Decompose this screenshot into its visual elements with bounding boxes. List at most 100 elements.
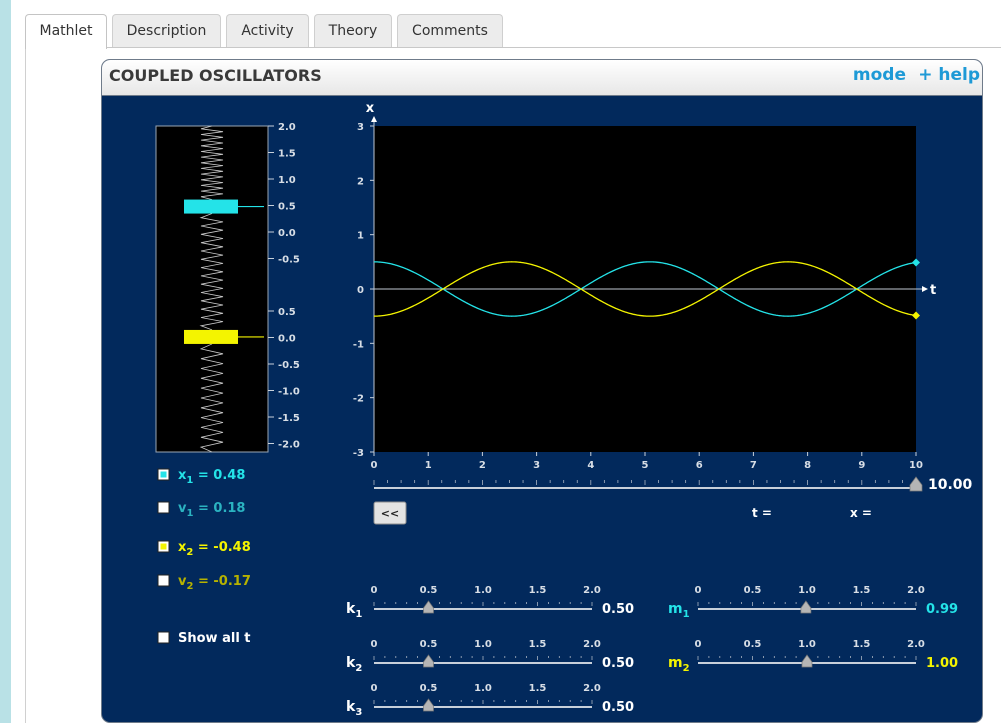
slider-thumb[interactable] <box>423 698 434 712</box>
rewind-button[interactable]: << <box>373 501 407 525</box>
spring-view: 2.0 1.5 1.0 0.5 0.0 -0.5 0.5 0.0 -0.5 -1.0 -1.5 -2.… <box>155 122 300 453</box>
slider-thumb[interactable] <box>800 600 812 614</box>
slider-thumb[interactable] <box>801 654 813 668</box>
tab-description[interactable]: Description <box>112 14 221 48</box>
mass-2[interactable] <box>184 329 238 344</box>
slider-label: m2 <box>668 655 690 674</box>
slider-value: 0.50 <box>602 602 634 617</box>
spring-scale: 2.0 1.5 1.0 0.5 0.0 -0.5 0.5 0.0 -0.5 -1.0 -1.5 -2.… <box>268 122 300 451</box>
slider-tick-label: 0 <box>371 639 378 650</box>
x-axis-label: x <box>366 101 375 116</box>
checkbox-box[interactable] <box>157 574 170 587</box>
page: Mathlet Description Activity Theory Comments… <box>11 0 1001 723</box>
time-slider-thumb[interactable] <box>909 476 923 492</box>
checkbox-label: x2 = -0.48 <box>178 540 251 558</box>
slider-k3[interactable]: k3 0 0.5 1.0 1.5 2.00.50 <box>346 683 634 718</box>
slider-tick-label: 0.5 <box>420 683 438 694</box>
x-tick-label: 1 <box>357 231 364 242</box>
slider-tick-label: 0 <box>371 683 378 694</box>
slider-value: 0.99 <box>926 602 958 617</box>
spring-scale-label: 0.0 <box>278 334 296 345</box>
t-axis-label: t <box>930 283 936 298</box>
checkbox-mark <box>160 471 167 478</box>
checkbox-box[interactable] <box>157 501 170 514</box>
slider-thumb[interactable] <box>423 600 434 614</box>
slider-value: 0.50 <box>602 656 634 671</box>
t-tick-label: 9 <box>858 460 865 471</box>
t-tick-label: 6 <box>696 460 703 471</box>
t-tick-label: 4 <box>587 460 594 471</box>
slider-tick-label: 1.0 <box>798 585 816 596</box>
t-tick-label: 8 <box>804 460 811 471</box>
checkbox-x1[interactable]: x1 = 0.48 <box>157 468 245 486</box>
slider-tick-label: 0 <box>695 585 702 596</box>
left-border <box>25 48 26 723</box>
position-graph: 0 1 2 3 4 5 6 7 8 9 103210-1-2-3 x t <box>353 101 936 471</box>
help-link[interactable]: + help <box>918 65 980 85</box>
checkbox-label: v2 = -0.17 <box>178 574 251 592</box>
spring-scale-label: 1.0 <box>278 175 296 186</box>
t-readout: t = <box>752 506 772 520</box>
slider-tick-label: 0.5 <box>420 585 438 596</box>
slider-tick-label: 0 <box>695 639 702 650</box>
slider-label: m1 <box>668 601 690 620</box>
checkbox-label: x1 = 0.48 <box>178 468 245 486</box>
time-slider-ticks <box>373 480 917 485</box>
slider-tick-label: 2.0 <box>907 639 925 650</box>
slider-tick-label: 2.0 <box>583 683 601 694</box>
spring-scale-label: 0.5 <box>278 202 296 213</box>
slider-thumb[interactable] <box>423 654 434 668</box>
slider-label: k2 <box>346 655 362 674</box>
variable-checkboxes: x1 = 0.48 v1 = 0.18 x2 = -0.48 v2 = -0.17 Sh… <box>157 468 251 646</box>
t-tick-label: 1 <box>425 460 432 471</box>
spring-view-frame <box>155 125 269 453</box>
tab-comments[interactable]: Comments <box>397 14 503 48</box>
spring-scale-label: 2.0 <box>278 122 296 133</box>
slider-tick-label: 1.0 <box>798 639 816 650</box>
checkbox-x2[interactable]: x2 = -0.48 <box>157 540 251 558</box>
x-tick-label: -3 <box>353 448 364 459</box>
checkbox-box[interactable] <box>157 631 170 644</box>
x-tick-label: 2 <box>357 176 364 187</box>
slider-k2[interactable]: k2 0 0.5 1.0 1.5 2.00.50 <box>346 639 634 674</box>
checkbox-v2[interactable]: v2 = -0.17 <box>157 574 251 592</box>
time-value: 10.00 <box>928 477 973 493</box>
slider-tick-label: 1.5 <box>853 639 871 650</box>
show-all-t-label: Show all t <box>178 631 251 646</box>
tab-mathlet[interactable]: Mathlet <box>25 14 107 49</box>
show-all-t-checkbox[interactable]: Show all t <box>157 631 251 646</box>
slider-label: k3 <box>346 699 362 718</box>
x-tick-label: 3 <box>357 122 364 133</box>
slider-k1[interactable]: k1 0 0.5 1.0 1.5 2.00.50 <box>346 585 634 620</box>
rewind-label: << <box>381 507 399 520</box>
tab-theory[interactable]: Theory <box>314 14 392 48</box>
spring-scale-label: 0.5 <box>278 307 296 318</box>
time-slider[interactable]: 10.00 <box>373 476 973 493</box>
parameter-sliders: k10 0.5 1.0 1.5 2.00.50k20 0.5 1.0 1.5 2.00.50k3… <box>346 585 958 718</box>
spring-scale-label: -0.5 <box>278 255 300 266</box>
slider-value: 1.00 <box>926 656 958 671</box>
x-tick-label: -1 <box>353 339 364 350</box>
slider-tick-label: 1.5 <box>529 639 547 650</box>
t-tick-label: 5 <box>642 460 649 471</box>
checkbox-v1[interactable]: v1 = 0.18 <box>157 501 245 519</box>
slider-tick-label: 0.5 <box>420 639 438 650</box>
t-tick-label: 3 <box>533 460 540 471</box>
t-axis-arrow <box>922 286 928 292</box>
slider-tick-label: 2.0 <box>907 585 925 596</box>
slider-tick-label: 1.5 <box>529 585 547 596</box>
slider-tick-label: 0.5 <box>744 639 762 650</box>
x-tick-label: -2 <box>353 394 364 405</box>
page-title: COUPLED OSCILLATORS <box>109 66 322 85</box>
spring-scale-label: -1.5 <box>278 413 300 424</box>
slider-label: k1 <box>346 601 362 620</box>
slider-m1[interactable]: m1 0 0.5 1.0 1.5 2.00.99 <box>668 585 958 620</box>
tab-activity[interactable]: Activity <box>226 14 309 48</box>
slider-m2[interactable]: m2 0 0.5 1.0 1.5 2.01.00 <box>668 639 958 674</box>
mass-1[interactable] <box>184 199 238 214</box>
slider-tick-label: 1.0 <box>474 683 492 694</box>
t-tick-label: 7 <box>750 460 757 471</box>
spring-scale-label: 0.0 <box>278 228 296 239</box>
mode-link[interactable]: mode <box>853 65 906 85</box>
panel-header: COUPLED OSCILLATORS mode + help <box>102 60 982 96</box>
